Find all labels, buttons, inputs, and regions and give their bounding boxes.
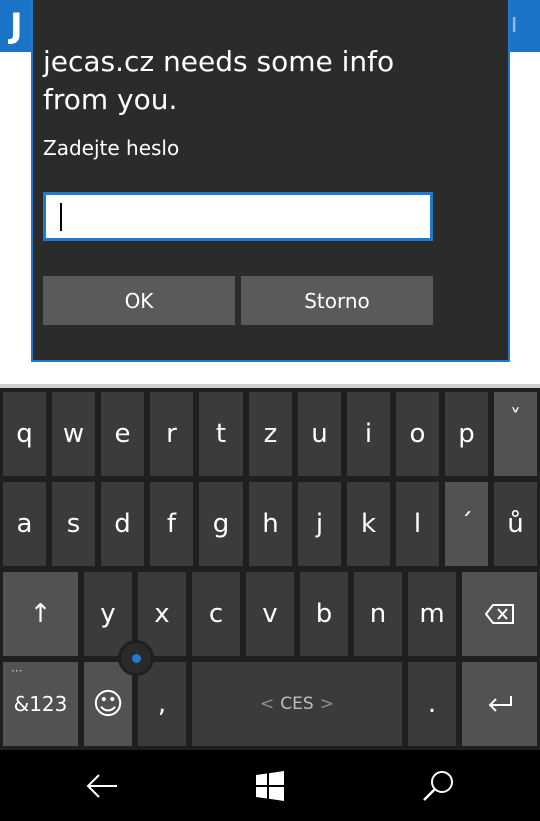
symbols-key[interactable]: ··· &123 <box>3 662 78 746</box>
space-key[interactable]: < CES > <box>192 662 402 746</box>
key-s[interactable]: s <box>52 482 95 566</box>
key-o[interactable]: o <box>396 392 439 476</box>
key-w[interactable]: w <box>52 392 95 476</box>
key-n[interactable]: n <box>354 572 402 656</box>
key-l[interactable]: l <box>396 482 439 566</box>
shift-arrow-icon: ↑ <box>29 599 52 629</box>
back-arrow-icon <box>86 773 117 798</box>
key-u[interactable]: u <box>298 392 341 476</box>
password-prompt-label: Zadejte heslo <box>43 136 180 160</box>
site-logo-glyph: J <box>10 6 23 46</box>
key-i[interactable]: i <box>347 392 390 476</box>
key-r[interactable]: r <box>150 392 193 476</box>
chevron-right-icon: > <box>319 694 334 714</box>
cancel-button[interactable]: Storno <box>241 276 433 325</box>
backspace-key[interactable] <box>462 572 537 656</box>
password-input[interactable] <box>43 192 433 241</box>
key-f[interactable]: f <box>150 482 193 566</box>
enter-arrow-icon <box>488 696 512 712</box>
key-b[interactable]: b <box>300 572 348 656</box>
key-d[interactable]: d <box>101 482 144 566</box>
emoji-key[interactable]: ☺ <box>84 662 132 746</box>
key-t[interactable]: t <box>199 392 243 476</box>
start-button[interactable] <box>180 750 360 821</box>
key-c[interactable]: c <box>192 572 240 656</box>
symbols-key-label: &123 <box>13 692 68 716</box>
collapse-keyboard-key[interactable]: ˅ <box>494 392 537 476</box>
key-m[interactable]: m <box>408 572 456 656</box>
on-screen-keyboard: q w e r t z u i o p ˅ a s d f g h j k l … <box>0 388 540 750</box>
language-label: CES <box>280 694 314 714</box>
key-p[interactable]: p <box>445 392 488 476</box>
back-button[interactable] <box>12 750 192 821</box>
key-k[interactable]: k <box>347 482 390 566</box>
header-glyph: ı <box>510 6 518 39</box>
backspace-icon <box>484 604 514 624</box>
enter-key[interactable] <box>462 662 537 746</box>
key-u-ring[interactable]: ů <box>494 482 537 566</box>
dialog-title: jecas.cz needs some info from you. <box>43 45 395 116</box>
shift-key[interactable]: ↑ <box>3 572 78 656</box>
chevron-left-icon: < <box>260 694 275 714</box>
chevron-down-icon: ˅ <box>510 406 521 431</box>
key-v[interactable]: v <box>246 572 294 656</box>
key-q[interactable]: q <box>3 392 46 476</box>
key-a[interactable]: a <box>3 482 46 566</box>
key-comma[interactable]: , <box>138 662 186 746</box>
emoji-smiley-icon: ☺ <box>92 686 124 722</box>
key-j[interactable]: j <box>298 482 341 566</box>
search-icon <box>423 770 453 801</box>
key-z[interactable]: z <box>249 392 292 476</box>
emoji-indicator-dot <box>118 640 154 676</box>
windows-logo-icon <box>256 770 284 801</box>
text-caret <box>60 203 62 231</box>
ok-button[interactable]: OK <box>43 276 235 325</box>
key-period[interactable]: . <box>408 662 456 746</box>
more-dots-icon: ··· <box>11 664 23 678</box>
search-button[interactable] <box>348 750 528 821</box>
key-g[interactable]: g <box>199 482 243 566</box>
key-acute-accent[interactable]: ´ <box>445 482 488 566</box>
key-h[interactable]: h <box>249 482 292 566</box>
navigation-bar <box>0 750 540 821</box>
key-e[interactable]: e <box>101 392 144 476</box>
